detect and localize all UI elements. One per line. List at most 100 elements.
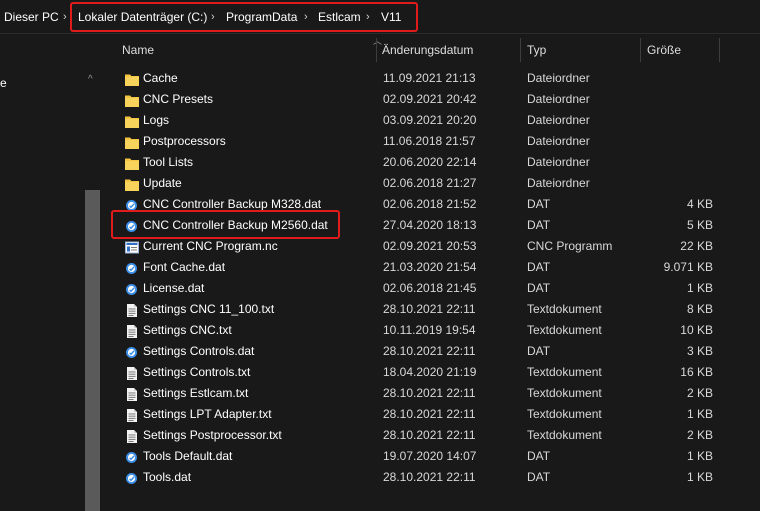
file-date: 11.09.2021 21:13	[383, 71, 476, 85]
file-date: 03.09.2021 20:20	[383, 113, 477, 127]
column-header-type[interactable]: Typ	[527, 42, 546, 58]
file-row[interactable]: Settings Controls.txt 18.04.2020 21:19 Tex…	[102, 362, 760, 383]
breadcrumb-root[interactable]: Dieser PC	[4, 9, 59, 25]
file-size: 9.071 KB	[663, 260, 713, 274]
file-row[interactable]: Settings CNC 11_100.txt 28.10.2021 22:11 T…	[102, 299, 760, 320]
file-row[interactable]: Font Cache.dat 21.03.2020 21:54 DAT 9.071 K…	[102, 257, 760, 278]
file-row[interactable]: Settings CNC.txt 10.11.2019 19:54 Textdoku…	[102, 320, 760, 341]
file-date: 28.10.2021 22:11	[383, 470, 476, 484]
file-row[interactable]: Settings Estlcam.txt 28.10.2021 22:11 Text…	[102, 383, 760, 404]
file-name: Tools.dat	[143, 470, 192, 484]
file-date: 28.10.2021 22:11	[383, 302, 476, 316]
file-type: Dateiordner	[527, 134, 590, 148]
file-date: 21.03.2020 21:54	[383, 260, 477, 274]
file-row[interactable]: Tool Lists 20.06.2020 22:14 Dateiordner	[102, 152, 760, 173]
folder-icon	[125, 135, 139, 149]
file-size: 4 KB	[686, 197, 713, 211]
file-type: DAT	[527, 470, 551, 484]
file-date: 28.10.2021 22:11	[383, 428, 476, 442]
file-name: Settings Controls.txt	[143, 365, 251, 379]
text-file-icon	[125, 366, 139, 380]
nav-item-label[interactable]: e	[0, 76, 7, 90]
file-type: DAT	[527, 344, 551, 358]
file-row[interactable]: Cache 11.09.2021 21:13 Dateiordner	[102, 68, 760, 89]
file-name: Current CNC Program.nc	[143, 239, 278, 253]
file-date: 19.07.2020 14:07	[383, 449, 477, 463]
file-name: Tools Default.dat	[143, 449, 233, 463]
text-file-icon	[125, 303, 139, 317]
file-row[interactable]: Settings LPT Adapter.txt 28.10.2021 22:11…	[102, 404, 760, 425]
file-date: 02.09.2021 20:53	[383, 239, 477, 253]
file-size: 16 KB	[680, 365, 713, 379]
file-type: DAT	[527, 449, 551, 463]
column-header-name[interactable]: Name	[122, 42, 154, 58]
file-row[interactable]: CNC Presets 02.09.2021 20:42 Dateiordner	[102, 89, 760, 110]
text-file-icon	[125, 324, 139, 338]
file-type: Dateiordner	[527, 176, 590, 190]
file-type: Textdokument	[527, 323, 602, 337]
column-header: ︿ Name Änderungsdatum Typ Größe	[102, 34, 760, 64]
text-file-icon	[125, 408, 139, 422]
breadcrumb-separator[interactable]: ›	[63, 9, 67, 25]
file-name: Cache	[143, 71, 178, 85]
address-bar[interactable]: Dieser PC › Lokaler Datenträger (C:) › P…	[0, 0, 760, 34]
file-row[interactable]: Current CNC Program.nc 02.09.2021 20:53 CN…	[102, 236, 760, 257]
file-name: Settings Estlcam.txt	[143, 386, 249, 400]
file-row[interactable]: Settings Controls.dat 28.10.2021 22:11 DAT…	[102, 341, 760, 362]
file-date: 02.06.2018 21:45	[383, 281, 477, 295]
file-date: 20.06.2020 22:14	[383, 155, 477, 169]
file-name: Tool Lists	[143, 155, 194, 169]
column-header-size[interactable]: Größe	[647, 42, 681, 58]
file-date: 28.10.2021 22:11	[383, 407, 476, 421]
file-date: 02.09.2021 20:42	[383, 92, 477, 106]
column-divider[interactable]	[640, 38, 641, 62]
header-collapse-chevron-icon[interactable]: ︿	[373, 34, 382, 47]
nav-collapse-chevron-icon[interactable]: ^	[88, 74, 93, 85]
file-type: DAT	[527, 197, 551, 211]
file-row[interactable]: Logs 03.09.2021 20:20 Dateiordner	[102, 110, 760, 131]
file-size: 3 KB	[686, 344, 713, 358]
column-divider[interactable]	[719, 38, 720, 62]
file-size: 8 KB	[686, 302, 713, 316]
file-date: 02.06.2018 21:52	[383, 197, 477, 211]
file-row[interactable]: Tools.dat 28.10.2021 22:11 DAT 1 KB	[102, 467, 760, 488]
file-type: Dateiordner	[527, 155, 590, 169]
file-date: 11.06.2018 21:57	[383, 134, 476, 148]
dat-file-icon	[125, 471, 139, 484]
file-size: 1 KB	[686, 407, 713, 421]
column-divider[interactable]	[520, 38, 521, 62]
nav-scrollbar[interactable]	[85, 190, 100, 511]
file-name: Settings Postprocessor.txt	[143, 428, 282, 442]
file-type: Textdokument	[527, 407, 602, 421]
column-header-date[interactable]: Änderungsdatum	[382, 42, 473, 58]
file-type: Textdokument	[527, 365, 602, 379]
file-size: 2 KB	[686, 386, 713, 400]
file-date: 02.06.2018 21:27	[383, 176, 477, 190]
file-name: Postprocessors	[143, 134, 226, 148]
file-list: Cache 11.09.2021 21:13 Dateiordner CNC Pres…	[102, 68, 760, 488]
file-type: Textdokument	[527, 302, 602, 316]
file-name: Settings CNC.txt	[143, 323, 232, 337]
file-size: 1 KB	[686, 281, 713, 295]
file-row[interactable]: Tools Default.dat 19.07.2020 14:07 DAT 1 KB	[102, 446, 760, 467]
file-row[interactable]: Update 02.06.2018 21:27 Dateiordner	[102, 173, 760, 194]
file-type: Dateiordner	[527, 92, 590, 106]
folder-icon	[125, 177, 139, 191]
file-row[interactable]: License.dat 02.06.2018 21:45 DAT 1 KB	[102, 278, 760, 299]
file-row[interactable]: Settings Postprocessor.txt 28.10.2021 22:…	[102, 425, 760, 446]
file-name: Logs	[143, 113, 170, 127]
nc-file-icon	[125, 240, 139, 254]
file-type: DAT	[527, 281, 551, 295]
file-date: 18.04.2020 21:19	[383, 365, 477, 379]
dat-file-icon	[125, 345, 139, 358]
column-divider[interactable]	[376, 38, 377, 62]
file-size: 22 KB	[680, 239, 713, 253]
file-row[interactable]: Postprocessors 11.06.2018 21:57 Dateiordne…	[102, 131, 760, 152]
dat-file-icon	[125, 282, 139, 295]
file-name: License.dat	[143, 281, 205, 295]
file-name: CNC Presets	[143, 92, 214, 106]
file-type: Dateiordner	[527, 71, 590, 85]
file-size: 1 KB	[686, 449, 713, 463]
file-name: Font Cache.dat	[143, 260, 226, 274]
text-file-icon	[125, 429, 139, 443]
